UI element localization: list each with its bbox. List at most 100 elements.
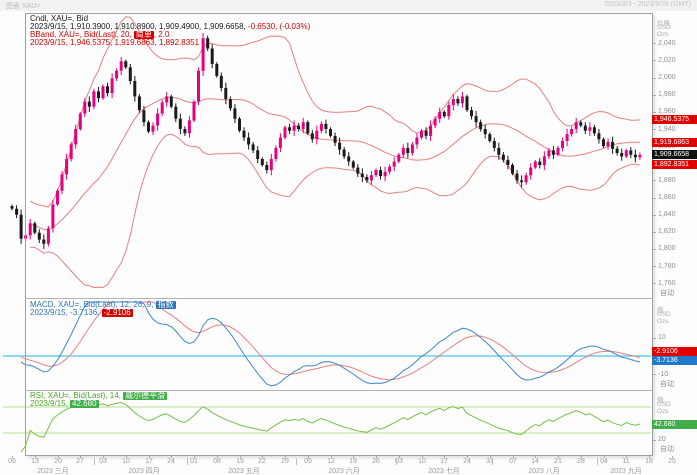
price-axis-tick-label: 1,800: [658, 245, 676, 252]
time-axis-month-separator: [597, 458, 598, 465]
macd-axis-tick-label: 10: [658, 334, 666, 341]
price-axis-tick: [652, 283, 656, 284]
bb-upper-price-box: 1,946.5375: [652, 115, 697, 124]
time-axis-day-label: 24: [164, 458, 178, 465]
time-axis-day-label: 24: [460, 458, 474, 465]
macd-signal-value-box: -2.9106: [652, 347, 697, 356]
time-axis-day-label: 31: [483, 458, 497, 465]
time-axis-day-label: 10: [119, 458, 133, 465]
rsi-value-box: 42.680: [652, 420, 697, 429]
price-axis-auto-label[interactable]: 自动: [660, 288, 674, 298]
bb-middle-price-box: 1,919.6863: [652, 138, 697, 147]
price-axis-tick-label: 2,000: [658, 74, 676, 81]
time-axis-day-label: 17: [437, 458, 451, 465]
time-axis-month-label: 2023 五月: [209, 466, 279, 475]
rsi-axis-unit: Ozs: [657, 408, 669, 415]
time-axis-month-separator: [396, 458, 397, 465]
time-axis-day-label: 22: [255, 458, 269, 465]
time-axis-month-label: 2023 九月: [591, 466, 661, 475]
price-axis-tick-label: 1,960: [658, 108, 676, 115]
time-axis-month-label: 2023 七月: [409, 466, 479, 475]
time-axis-day-label: 07: [506, 458, 520, 465]
rsi-legend-values: 2023/9/15, 42.680: [30, 400, 99, 408]
last-price-box: 1,909.6658: [652, 150, 697, 159]
price-axis-tick: [652, 266, 656, 267]
time-axis-day-label: 15: [233, 458, 247, 465]
time-axis-day-label: 05: [301, 458, 315, 465]
macd-ma-type-badge: 指数: [156, 301, 176, 309]
price-axis-tick: [652, 215, 656, 216]
macd-axis-unit: USD: [657, 311, 671, 318]
chart-date-range: 2023/3/3 - 2023/9/26 (GMT): [604, 1, 691, 8]
price-axis-tick-label: 2,040: [658, 40, 676, 47]
price-axis-tick: [652, 43, 656, 44]
time-axis-day-label: 01: [187, 458, 201, 465]
macd-legend-values: 2023/9/15, -3.7136, -2.9106: [30, 309, 133, 317]
macd-value-box: -3.7136: [652, 356, 697, 365]
window-header: 图表 XAU= 2023/3/3 - 2023/9/26 (GMT): [0, 0, 697, 11]
time-axis-day-label: 12: [324, 458, 338, 465]
price-axis-tick-label: 1,940: [658, 126, 676, 133]
bband-legend-values: 2023/9/15, 1,946.5375, 1,919.6863, 1,892…: [30, 39, 199, 47]
price-axis-tick: [652, 198, 656, 199]
time-axis-month-separator: [296, 458, 297, 465]
time-axis-day-label: 27: [73, 458, 87, 465]
price-axis-tick: [652, 78, 656, 79]
rsi-axis-auto-label[interactable]: 自动: [660, 444, 674, 454]
time-axis-day-label: 29: [278, 458, 292, 465]
price-axis-tick-label: 1,780: [658, 263, 676, 270]
macd-signal-value-badge: -2.9106: [102, 309, 133, 317]
price-axis-tick-label: 1,880: [658, 177, 676, 184]
price-axis-unit: USD: [657, 24, 671, 31]
rsi-axis-tick-label: 20: [658, 436, 666, 443]
time-axis-month-separator: [94, 458, 95, 465]
time-axis-day-label: 03: [392, 458, 406, 465]
time-axis-day-label: 14: [528, 458, 542, 465]
time-axis-month-separator: [187, 458, 188, 465]
price-axis-tick-label: 2,020: [658, 57, 676, 64]
price-axis-tick-label: 1,860: [658, 194, 676, 201]
time-axis-month-separator: [492, 458, 493, 465]
time-axis-day-label: 26: [369, 458, 383, 465]
time-axis-day-label: 19: [346, 458, 360, 465]
macd-axis-unit: Ozs: [657, 318, 669, 325]
macd-axis-auto-label[interactable]: 自动: [660, 379, 674, 389]
price-axis-tick: [652, 112, 656, 113]
price-axis-unit: Ozs: [657, 31, 669, 38]
time-axis-day-label: 21: [551, 458, 565, 465]
rsi-axis-unit: USD: [657, 401, 671, 408]
time-axis-month-label: 2023 八月: [509, 466, 579, 475]
time-axis-month-label: 2023 四月: [109, 466, 179, 475]
rsi-axis-tick: [652, 440, 656, 441]
time-axis-day-label: 20: [51, 458, 65, 465]
time-axis-day-label: 25: [665, 458, 679, 465]
window-title: 图表 XAU=: [6, 1, 40, 11]
time-axis-day-label: 18: [642, 458, 656, 465]
price-change: -0.6530, (-0.03%): [246, 22, 310, 31]
pane-separator-macd[interactable]: [25, 298, 652, 299]
time-axis-month-label: 2023 六月: [309, 466, 379, 475]
macd-axis-tick-label: -10: [658, 371, 668, 378]
time-axis-day-label: 10: [415, 458, 429, 465]
time-axis-day-label: 04: [597, 458, 611, 465]
price-axis-tick: [652, 232, 656, 233]
rsi-value-badge: 42.680: [70, 400, 98, 408]
price-axis-tick: [652, 129, 656, 130]
price-axis-tick: [652, 249, 656, 250]
time-axis-day-label: 03: [96, 458, 110, 465]
price-axis-tick-label: 1,840: [658, 211, 676, 218]
time-axis-day-label: 06: [5, 458, 19, 465]
time-axis-day-label: 17: [142, 458, 156, 465]
bb-lower-price-box: 1,892.8351: [652, 160, 697, 169]
time-axis-day-label: 08: [210, 458, 224, 465]
macd-axis-tick: [652, 338, 656, 339]
time-axis-day-label: 28: [574, 458, 588, 465]
price-axis-tick: [652, 95, 656, 96]
price-axis-tick-label: 1,980: [658, 91, 676, 98]
price-axis-tick: [652, 60, 656, 61]
price-axis-tick-label: 1,820: [658, 228, 676, 235]
price-axis-tick: [652, 180, 656, 181]
macd-axis-tick: [652, 374, 656, 375]
rsi-smoothing-badge: 威尔德平滑: [123, 392, 167, 400]
time-axis-day-label: 11: [619, 458, 633, 465]
